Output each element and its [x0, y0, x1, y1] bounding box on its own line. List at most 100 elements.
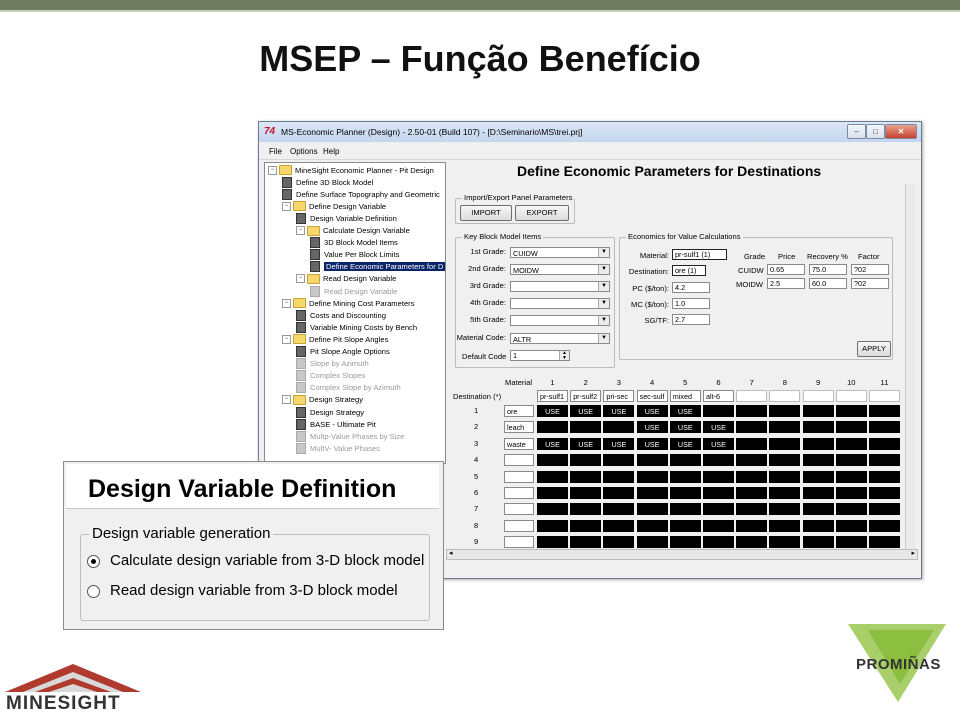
sgtf-input[interactable]: 2.7: [672, 314, 710, 325]
use-cell[interactable]: [802, 487, 834, 499]
collapse-icon[interactable]: −: [296, 226, 305, 235]
tree-item[interactable]: Define Economic Parameters for D: [310, 261, 445, 273]
use-cell[interactable]: [703, 454, 734, 467]
menu-help[interactable]: Help: [323, 147, 339, 156]
use-cell[interactable]: [570, 487, 602, 499]
use-cell[interactable]: USE: [636, 421, 668, 434]
destination-name-cell[interactable]: [504, 519, 534, 532]
window-titlebar[interactable]: 74 MS-Economic Planner (Design) - 2.50-0…: [259, 122, 921, 142]
destination-name-cell[interactable]: [504, 487, 534, 499]
spinner-arrows-icon[interactable]: ▲ ▼: [559, 351, 569, 360]
collapse-icon[interactable]: −: [268, 165, 277, 175]
use-cell[interactable]: USE: [669, 437, 701, 450]
collapse-icon[interactable]: −: [282, 298, 291, 308]
use-cell[interactable]: [736, 421, 768, 434]
read-option-label[interactable]: Read design variable from 3-D block mode…: [110, 582, 398, 599]
use-cell[interactable]: [669, 487, 701, 499]
tree-item[interactable]: MultV- Value Phases: [296, 442, 380, 454]
use-cell[interactable]: [869, 503, 900, 516]
use-cell[interactable]: [736, 405, 768, 417]
factor-row1-input[interactable]: ?02: [851, 264, 889, 275]
tree-item[interactable]: Design Variable Definition: [296, 212, 397, 224]
use-cell[interactable]: [570, 421, 602, 434]
use-cell[interactable]: [835, 503, 867, 516]
use-cell[interactable]: [669, 503, 701, 516]
use-cell[interactable]: [835, 421, 867, 434]
use-cell[interactable]: [537, 503, 568, 516]
tree-item[interactable]: − MineSight Economic Planner - Pit Design: [268, 164, 434, 176]
maximize-button[interactable]: □: [866, 124, 885, 139]
use-cell[interactable]: [769, 421, 801, 434]
use-cell[interactable]: [736, 454, 768, 467]
use-cell[interactable]: [769, 536, 801, 549]
tree-item[interactable]: 3D Block Model Items: [310, 237, 398, 249]
mc-input[interactable]: 1.0: [672, 298, 710, 309]
use-cell[interactable]: [835, 487, 867, 499]
grade2-select[interactable]: MOIDW ▼: [510, 264, 610, 275]
use-cell[interactable]: [769, 437, 801, 450]
use-cell[interactable]: [636, 454, 668, 467]
use-cell[interactable]: [603, 421, 635, 434]
grade4-select[interactable]: ▼: [510, 298, 610, 309]
use-cell[interactable]: [736, 536, 768, 549]
use-cell[interactable]: USE: [537, 437, 568, 450]
tree-item[interactable]: Define 3D Block Model: [282, 176, 373, 188]
use-cell[interactable]: [769, 503, 801, 516]
use-cell[interactable]: [703, 536, 734, 549]
use-cell[interactable]: [869, 536, 900, 549]
horizontal-scrollbar[interactable]: ◂ ▸: [446, 549, 918, 560]
use-cell[interactable]: [537, 487, 568, 499]
material-name-cell[interactable]: [869, 390, 900, 402]
use-cell[interactable]: USE: [636, 405, 668, 417]
use-cell[interactable]: [869, 470, 900, 483]
material-name-cell[interactable]: pri-sec: [603, 390, 635, 402]
destination-name-cell[interactable]: [504, 536, 534, 549]
tree-item[interactable]: − Calculate Design Variable: [296, 225, 410, 237]
use-cell[interactable]: USE: [570, 437, 602, 450]
use-cell[interactable]: [835, 437, 867, 450]
use-cell[interactable]: [537, 454, 568, 467]
tree-item[interactable]: Complex Slope by Azimuth: [296, 382, 401, 394]
use-cell[interactable]: [603, 503, 635, 516]
use-cell[interactable]: [769, 519, 801, 532]
use-cell[interactable]: [802, 454, 834, 467]
material-name-cell[interactable]: [736, 390, 768, 402]
factor-row2-input[interactable]: ?02: [851, 278, 889, 289]
tree-item[interactable]: Pit Slope Angle Options: [296, 346, 390, 358]
export-button[interactable]: EXPORT: [515, 205, 569, 221]
collapse-icon[interactable]: −: [282, 201, 291, 211]
material-code-select[interactable]: ALTR ▼: [510, 333, 610, 344]
use-cell[interactable]: [736, 437, 768, 450]
use-cell[interactable]: [603, 536, 635, 549]
tree-item[interactable]: Define Surface Topography and Geometric: [282, 188, 440, 200]
use-cell[interactable]: [603, 519, 635, 532]
use-cell[interactable]: USE: [603, 437, 635, 450]
material-name-cell[interactable]: [802, 390, 834, 402]
use-cell[interactable]: [636, 487, 668, 499]
tree-item[interactable]: − Define Design Variable: [282, 200, 386, 212]
use-cell[interactable]: [703, 405, 734, 417]
use-cell[interactable]: [636, 470, 668, 483]
tree-item[interactable]: Multp-Value Phases by Size: [296, 430, 404, 442]
use-cell[interactable]: [669, 470, 701, 483]
use-cell[interactable]: [669, 536, 701, 549]
material-name-cell[interactable]: mixed: [669, 390, 701, 402]
grade5-select[interactable]: ▼: [510, 315, 610, 326]
calculate-option-radio[interactable]: [87, 555, 100, 568]
use-cell[interactable]: USE: [703, 437, 734, 450]
use-cell[interactable]: [869, 421, 900, 434]
vertical-scrollbar[interactable]: [905, 184, 915, 549]
use-cell[interactable]: [570, 454, 602, 467]
menu-options[interactable]: Options: [290, 147, 318, 156]
use-cell[interactable]: [802, 470, 834, 483]
destination-name-cell[interactable]: [504, 503, 534, 516]
use-cell[interactable]: [537, 519, 568, 532]
use-cell[interactable]: USE: [669, 405, 701, 417]
material-name-cell[interactable]: pr-sulf1: [537, 390, 568, 402]
use-cell[interactable]: USE: [669, 421, 701, 434]
use-cell[interactable]: [835, 536, 867, 549]
material-name-cell[interactable]: alt-6: [703, 390, 734, 402]
use-cell[interactable]: [570, 519, 602, 532]
use-cell[interactable]: USE: [537, 405, 568, 417]
use-cell[interactable]: [603, 454, 635, 467]
